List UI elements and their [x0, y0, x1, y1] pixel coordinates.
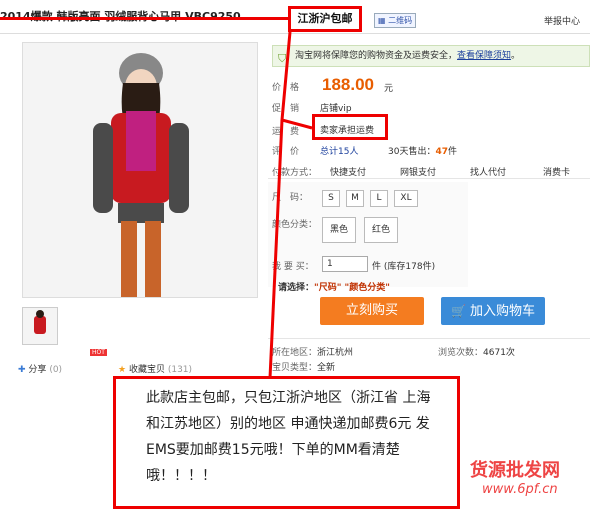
- watermark-cn: 货源批发网: [470, 460, 560, 481]
- annotation-connector-callout: [268, 119, 284, 379]
- shipping-note-callout: 此款店主包邮，只包江浙沪地区（浙江省 上海和江苏地区）别的地区 申通快递加邮费6…: [113, 376, 460, 509]
- watermark-url: www.6pf.cn: [482, 482, 558, 497]
- annotation-connector-shipping: [280, 31, 313, 130]
